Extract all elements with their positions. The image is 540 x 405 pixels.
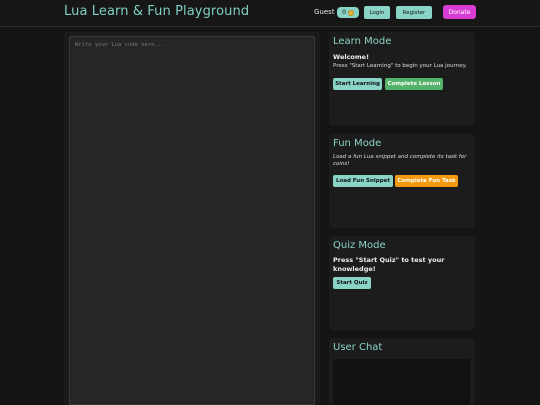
coin-icon <box>347 9 354 16</box>
donate-button[interactable]: Donate <box>443 5 476 19</box>
complete-lesson-button[interactable]: Complete Lesson <box>385 78 443 90</box>
learn-heading: Welcome! <box>333 53 370 61</box>
chat-messages-box[interactable] <box>333 359 470 405</box>
complete-fun-task-button[interactable]: Complete Fun Task <box>395 175 458 187</box>
start-quiz-button[interactable]: Start Quiz <box>333 277 371 289</box>
load-fun-snippet-button[interactable]: Load Fun Snippet <box>333 175 393 187</box>
fun-mode-title: Fun Mode <box>333 138 382 149</box>
coin-count: 0 <box>342 9 346 16</box>
learn-text: Press "Start Learning" to begin your Lua… <box>333 63 467 69</box>
user-chat-title: User Chat <box>333 342 383 353</box>
app-title: Lua Learn & Fun Playground <box>64 4 250 19</box>
username-label: Guest <box>314 8 335 16</box>
fun-mode-panel: Fun Mode Load a fun Lua snippet and comp… <box>329 134 475 228</box>
quiz-mode-panel: Quiz Mode Press "Start Quiz" to test you… <box>329 236 475 330</box>
code-editor[interactable] <box>69 36 315 405</box>
quiz-text: Press "Start Quiz" to test your knowledg… <box>333 256 445 273</box>
start-learning-button[interactable]: Start Learning <box>333 78 382 90</box>
learn-mode-panel: Learn Mode Welcome! Press "Start Learnin… <box>329 32 475 126</box>
quiz-mode-title: Quiz Mode <box>333 240 386 251</box>
coin-badge: 0 <box>337 7 359 18</box>
fun-text: Load a fun Lua snippet and complete its … <box>333 154 467 167</box>
learn-mode-title: Learn Mode <box>333 36 392 47</box>
register-button[interactable]: Register <box>396 6 432 19</box>
top-header: Lua Learn & Fun Playground Guest 0 Login… <box>0 0 540 27</box>
login-button[interactable]: Login <box>364 6 390 19</box>
